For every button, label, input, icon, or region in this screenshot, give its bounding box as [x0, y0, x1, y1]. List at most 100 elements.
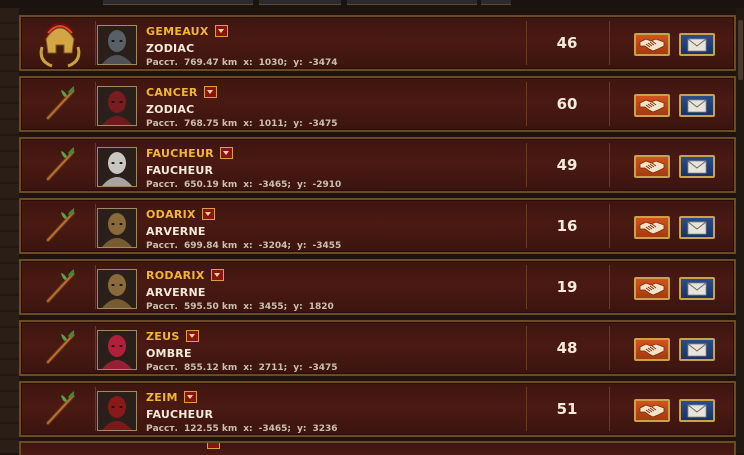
message-button[interactable]	[679, 33, 715, 56]
player-menu-dropdown[interactable]	[183, 391, 197, 403]
player-score: 19	[556, 278, 578, 296]
player-row[interactable]: RODARIX ARVERNE Расст. 595.50 km x: 3455; y:…	[19, 259, 736, 315]
alliance-name: ARVERNE	[146, 286, 206, 299]
wooden-staff-icon	[46, 147, 75, 181]
name-line: ODARIX	[146, 207, 215, 221]
handshake-icon	[639, 221, 665, 235]
trade-button[interactable]	[634, 399, 670, 422]
distance-coords: Расст. 699.84 km x: -3204; y: -3455	[146, 241, 347, 251]
portrait-image	[98, 209, 136, 247]
divider	[609, 265, 610, 309]
scroll-track[interactable]	[736, 8, 744, 453]
player-name[interactable]: ZEUS	[146, 330, 180, 343]
envelope-icon	[687, 160, 707, 173]
message-button[interactable]	[679, 216, 715, 239]
envelope-icon	[687, 404, 707, 417]
message-button[interactable]	[679, 155, 715, 178]
distance-label: Расст.	[146, 424, 178, 434]
player-avatar[interactable]	[97, 391, 137, 431]
y-label: y:	[293, 119, 303, 129]
y-label: y:	[293, 363, 303, 373]
trade-button[interactable]	[634, 94, 670, 117]
partial-dropdown[interactable]	[207, 443, 220, 449]
player-menu-dropdown[interactable]	[201, 208, 215, 220]
distance-label: Расст.	[146, 119, 178, 129]
x-coordinate: -3465;	[258, 180, 292, 190]
rank-cell	[25, 322, 95, 374]
y-coordinate: -3474	[308, 58, 338, 68]
portrait-image	[98, 26, 136, 64]
envelope-icon	[687, 99, 707, 112]
player-row[interactable]: ZEUS OMBRE Расст. 855.12 km x: 2711; y: -3475…	[19, 320, 736, 376]
player-score: 46	[556, 34, 578, 52]
x-coordinate: 3455;	[258, 302, 288, 312]
player-row[interactable]: ODARIX ARVERNE Расст. 699.84 km x: -3204; y:…	[19, 198, 736, 254]
player-name[interactable]: GEMEAUX	[146, 25, 209, 38]
divider	[95, 387, 96, 431]
trade-button[interactable]	[634, 33, 670, 56]
rank-cell	[25, 383, 95, 435]
wooden-staff-icon	[46, 208, 75, 242]
scrollbar-thumb[interactable]	[738, 20, 743, 80]
distance-label: Расст.	[146, 363, 178, 373]
player-avatar[interactable]	[97, 147, 137, 187]
player-name[interactable]: FAUCHEUR	[146, 147, 214, 160]
x-coordinate: -3465;	[258, 424, 292, 434]
message-button[interactable]	[679, 277, 715, 300]
player-menu-dropdown[interactable]	[203, 86, 217, 98]
divider	[609, 387, 610, 431]
player-row[interactable]: FAUCHEUR FAUCHEUR Расст. 650.19 km x: -3465…	[19, 137, 736, 193]
name-line: GEMEAUX	[146, 24, 228, 38]
top-tab-4[interactable]	[481, 0, 511, 5]
distance-value: 699.84 km	[183, 241, 238, 251]
player-avatar[interactable]	[97, 269, 137, 309]
name-line: ZEIM	[146, 390, 197, 404]
top-tab-3[interactable]	[347, 0, 477, 5]
trade-button[interactable]	[634, 277, 670, 300]
handshake-icon	[639, 282, 665, 296]
top-tab-2[interactable]	[259, 0, 341, 5]
divider	[609, 326, 610, 370]
wooden-staff-icon	[46, 391, 75, 425]
player-name[interactable]: ODARIX	[146, 208, 196, 221]
top-tab-1[interactable]	[103, 0, 253, 5]
envelope-icon	[687, 282, 707, 295]
player-menu-dropdown[interactable]	[214, 25, 228, 37]
player-score: 51	[556, 400, 578, 418]
player-row[interactable]: CANCER ZODIAC Расст. 768.75 km x: 1011; y: -3…	[19, 76, 736, 132]
player-name[interactable]: CANCER	[146, 86, 198, 99]
message-button[interactable]	[679, 399, 715, 422]
y-coordinate: -3475	[308, 119, 338, 129]
player-row[interactable]: GEMEAUX ZODIAC Расст. 769.47 km x: 1030; y: -…	[19, 15, 736, 71]
player-avatar[interactable]	[97, 25, 137, 65]
player-name[interactable]: RODARIX	[146, 269, 205, 282]
y-label: y:	[297, 180, 307, 190]
divider	[95, 82, 96, 126]
envelope-icon	[687, 38, 707, 51]
x-coordinate: 2711;	[258, 363, 288, 373]
player-avatar[interactable]	[97, 330, 137, 370]
player-row[interactable]: ZEIM FAUCHEUR Расст. 122.55 km x: -3465; y: 3…	[19, 381, 736, 437]
trade-button[interactable]	[634, 338, 670, 361]
player-name[interactable]: ZEIM	[146, 391, 178, 404]
message-button[interactable]	[679, 94, 715, 117]
y-label: y:	[293, 302, 303, 312]
name-line: CANCER	[146, 85, 217, 99]
player-avatar[interactable]	[97, 208, 137, 248]
player-menu-dropdown[interactable]	[210, 269, 224, 281]
distance-coords: Расст. 595.50 km x: 3455; y: 1820	[146, 302, 340, 312]
x-label: x:	[243, 180, 253, 190]
player-avatar[interactable]	[97, 86, 137, 126]
portrait-image	[98, 87, 136, 125]
player-menu-dropdown[interactable]	[219, 147, 233, 159]
trade-button[interactable]	[634, 216, 670, 239]
wooden-staff-icon	[46, 86, 75, 120]
message-button[interactable]	[679, 338, 715, 361]
handshake-icon	[639, 160, 665, 174]
distance-value: 769.47 km	[183, 58, 238, 68]
name-line: FAUCHEUR	[146, 146, 233, 160]
player-menu-dropdown[interactable]	[185, 330, 199, 342]
trade-button[interactable]	[634, 155, 670, 178]
y-coordinate: -3475	[308, 363, 338, 373]
alliance-name: ZODIAC	[146, 103, 195, 116]
